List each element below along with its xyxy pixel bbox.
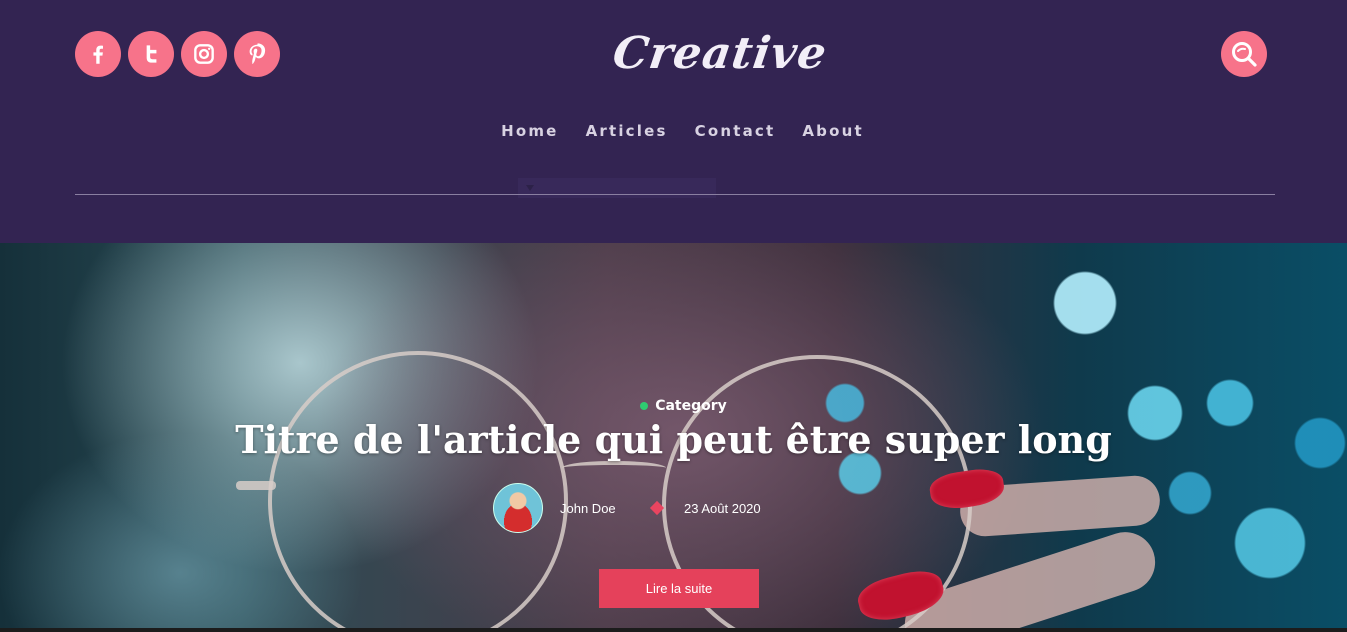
facebook-button[interactable] <box>75 31 121 77</box>
read-more-button[interactable]: Lire la suite <box>599 569 759 608</box>
dropdown-triangle-icon <box>526 185 534 191</box>
bottom-strip <box>0 628 1347 632</box>
article-title[interactable]: Titre de l'article qui peut être super l… <box>0 417 1347 462</box>
search-icon <box>1232 42 1257 67</box>
twitter-button[interactable] <box>128 31 174 77</box>
social-links <box>75 31 280 77</box>
instagram-button[interactable] <box>181 31 227 77</box>
article-meta: John Doe 23 Août 2020 <box>493 483 761 533</box>
header-divider <box>75 194 1275 195</box>
nav-item-contact[interactable]: Contact <box>695 122 776 140</box>
twitter-icon <box>146 45 157 63</box>
facebook-icon <box>93 45 103 64</box>
article-category[interactable]: Category <box>0 398 1347 414</box>
faint-dropdown <box>518 178 716 198</box>
glasses-temple <box>236 481 276 490</box>
site-logo[interactable]: Creative <box>556 28 883 79</box>
category-dot-icon <box>640 402 649 410</box>
search-button[interactable] <box>1221 31 1267 77</box>
main-nav: Home Articles Contact About <box>0 122 1347 140</box>
hero-banner: Category Titre de l'article qui peut êtr… <box>0 243 1347 632</box>
nav-item-home[interactable]: Home <box>501 122 558 140</box>
author-avatar[interactable] <box>493 483 543 533</box>
nav-item-about[interactable]: About <box>802 122 864 140</box>
article-date: 23 Août 2020 <box>684 500 761 516</box>
diamond-separator-icon <box>649 500 665 516</box>
pinterest-icon <box>249 43 266 65</box>
pinterest-button[interactable] <box>234 31 280 77</box>
glasses-bridge <box>562 461 666 475</box>
author-name[interactable]: John Doe <box>560 501 642 516</box>
site-header: Creative Home Articles Contact About <box>0 0 1347 243</box>
nav-item-articles[interactable]: Articles <box>586 122 668 140</box>
category-label: Category <box>655 398 727 414</box>
instagram-icon <box>194 44 214 64</box>
